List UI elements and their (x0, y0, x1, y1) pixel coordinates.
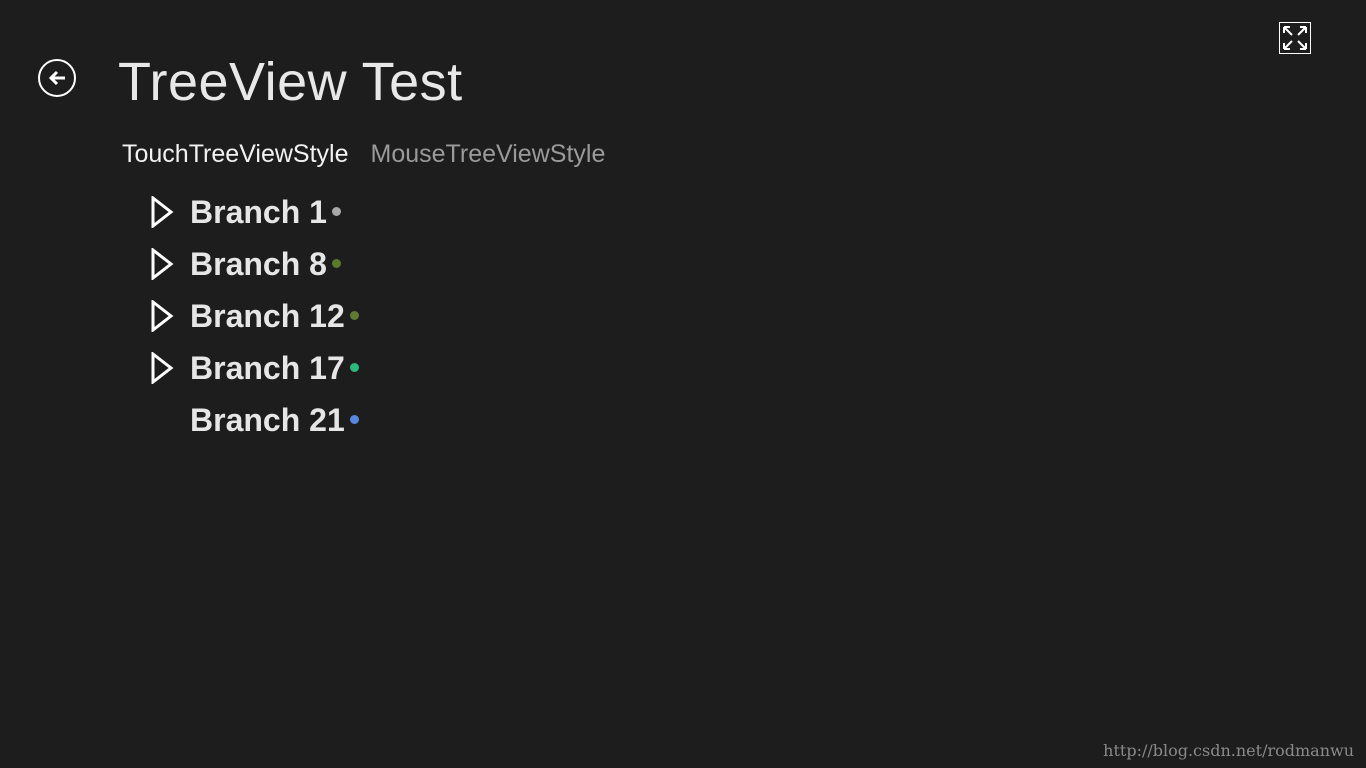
back-arrow-icon (48, 70, 65, 86)
app-page: TreeView Test TouchTreeViewStyle MouseTr… (0, 0, 1366, 768)
status-dot (349, 310, 359, 320)
expand-triangle-icon[interactable] (150, 247, 176, 281)
tree-node-branch-21[interactable]: Branch 21 (150, 394, 359, 446)
tab-mouse-treeview-style[interactable]: MouseTreeViewStyle (371, 138, 606, 170)
tree-node-label: Branch 12 (190, 297, 345, 334)
status-dot (349, 414, 359, 424)
tree-node-label: Branch 1 (190, 193, 327, 230)
expand-triangle-icon[interactable] (150, 351, 176, 385)
page-title: TreeView Test (118, 52, 463, 112)
style-tabs: TouchTreeViewStyle MouseTreeViewStyle (122, 138, 605, 170)
expand-triangle-icon[interactable] (150, 195, 176, 229)
expand-triangle-icon[interactable] (150, 299, 176, 333)
tree-node-branch-1[interactable]: Branch 1 (150, 186, 359, 238)
tree-node-label: Branch 8 (190, 245, 327, 282)
watermark-url: http://blog.csdn.net/rodmanwu (1103, 741, 1354, 760)
back-button[interactable] (38, 59, 76, 97)
tree-view: Branch 1 Branch 8 Branch 12 Branch 17 Br… (150, 186, 359, 446)
status-dot (349, 362, 359, 372)
tab-touch-treeview-style[interactable]: TouchTreeViewStyle (122, 138, 349, 170)
status-dot (331, 258, 341, 268)
tree-node-branch-8[interactable]: Branch 8 (150, 238, 359, 290)
tree-node-branch-17[interactable]: Branch 17 (150, 342, 359, 394)
tree-node-branch-12[interactable]: Branch 12 (150, 290, 359, 342)
tree-node-label: Branch 21 (190, 401, 345, 438)
status-dot (331, 206, 341, 216)
tree-node-label: Branch 17 (190, 349, 345, 386)
fullscreen-button[interactable] (1279, 22, 1311, 54)
fullscreen-expand-icon (1283, 26, 1307, 50)
